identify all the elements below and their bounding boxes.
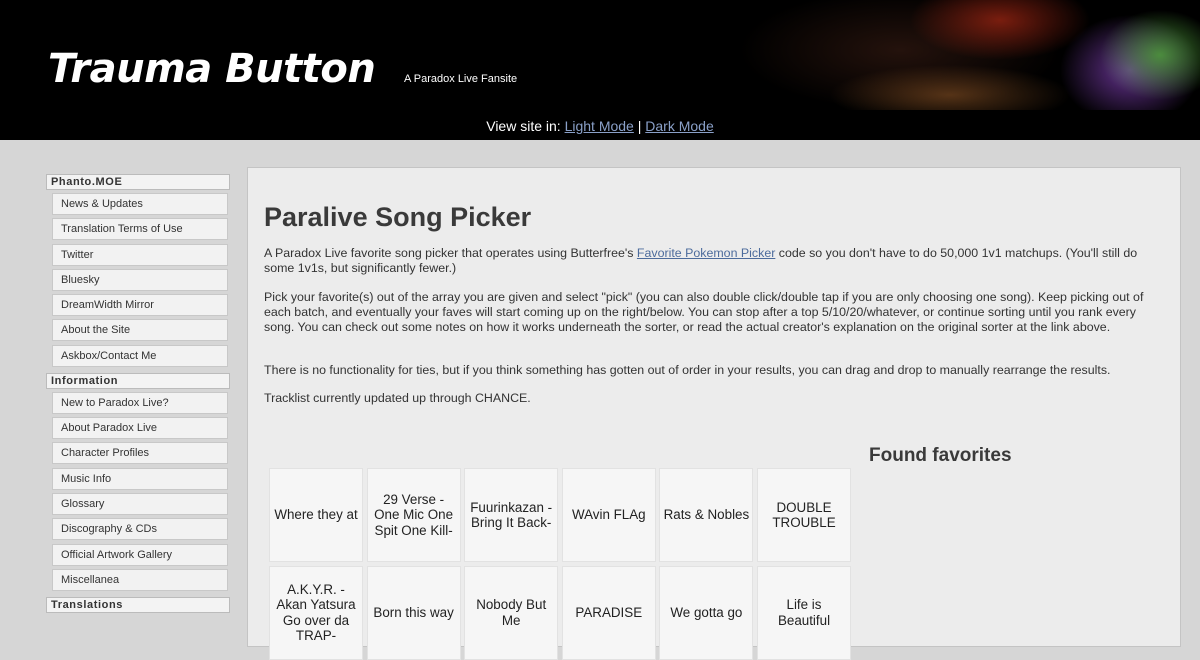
sidebar-item-about-the-site[interactable]: About the Site xyxy=(52,319,228,342)
sidebar-heading-information: Information xyxy=(46,372,230,389)
song-option[interactable]: We gotta go xyxy=(659,565,754,660)
page-title: Paralive Song Picker xyxy=(264,202,532,232)
main-content: Paralive Song Picker A Paradox Live favo… xyxy=(247,167,1181,660)
song-option[interactable]: Nobody But Me xyxy=(464,565,559,660)
sidebar-section-information: Information New to Paradox Live? About Par… xyxy=(46,372,230,591)
sidebar: Phanto.MOE News & Updates Translation Term… xyxy=(46,174,230,619)
view-mode-separator: | xyxy=(637,118,642,134)
header-banner-image xyxy=(700,0,1200,110)
sidebar-section-phanto-moe: Phanto.MOE News & Updates Translation Term… xyxy=(46,174,230,367)
tracklist-paragraph: Tracklist currently updated up through C… xyxy=(264,391,531,405)
song-option[interactable]: Where they at xyxy=(269,468,363,562)
site-subtitle: A Paradox Live Fansite xyxy=(404,73,518,85)
song-option[interactable]: Fuurinkazan -Bring It Back- xyxy=(464,468,559,562)
sidebar-heading-phanto-moe: Phanto.MOE xyxy=(46,174,230,190)
instructions-paragraph: Pick your favorite(s) out of the array y… xyxy=(264,290,1144,334)
ties-paragraph: There is no functionality for ties, but … xyxy=(264,363,1111,377)
light-mode-link[interactable]: Light Mode xyxy=(565,118,634,134)
view-mode-bar: View site in: Light Mode | Dark Mode xyxy=(0,110,1200,140)
intro-text-before: A Paradox Live favorite song picker that… xyxy=(264,246,637,260)
sidebar-item-bluesky[interactable]: Bluesky xyxy=(52,268,228,291)
song-option[interactable]: WAvin FLAg xyxy=(561,468,656,562)
sidebar-section-translations: Translations xyxy=(46,596,230,613)
found-favorites-heading: Found favorites xyxy=(869,445,1012,466)
dark-mode-link[interactable]: Dark Mode xyxy=(645,118,713,134)
sidebar-item-music-info[interactable]: Music Info xyxy=(52,467,228,490)
song-option[interactable]: 29 Verse -One Mic One Spit One Kill- xyxy=(366,468,461,562)
sidebar-item-official-artwork-gallery[interactable]: Official Artwork Gallery xyxy=(52,543,228,566)
favorite-pokemon-picker-link[interactable]: Favorite Pokemon Picker xyxy=(637,246,775,260)
sidebar-item-translation-terms-of-use[interactable]: Translation Terms of Use xyxy=(52,218,228,241)
sidebar-item-discography-cds[interactable]: Discography & CDs xyxy=(52,518,228,541)
sidebar-item-dreamwidth-mirror[interactable]: DreamWidth Mirror xyxy=(52,294,228,317)
sidebar-item-news-updates[interactable]: News & Updates xyxy=(52,193,228,215)
sidebar-item-miscellanea[interactable]: Miscellanea xyxy=(52,568,228,591)
sidebar-item-twitter[interactable]: Twitter xyxy=(52,243,228,266)
song-option[interactable]: Life is Beautiful xyxy=(757,565,851,660)
view-mode-label: View site in: xyxy=(486,118,561,134)
sidebar-heading-translations: Translations xyxy=(46,596,230,613)
site-title[interactable]: Trauma Button xyxy=(48,44,376,94)
site-header: Trauma Button A Paradox Live Fansite xyxy=(0,0,1200,110)
sidebar-item-new-to-paradox-live[interactable]: New to Paradox Live? xyxy=(52,391,228,414)
sidebar-item-askbox-contact-me[interactable]: Askbox/Contact Me xyxy=(52,344,228,367)
song-option[interactable]: A.K.Y.R. -Akan Yatsura Go over da TRAP- xyxy=(269,565,363,660)
sidebar-item-about-paradox-live[interactable]: About Paradox Live xyxy=(52,417,228,440)
song-option[interactable]: Rats & Nobles xyxy=(659,468,754,562)
song-option[interactable]: DOUBLE TROUBLE xyxy=(757,468,851,562)
sidebar-item-glossary[interactable]: Glossary xyxy=(52,492,228,515)
song-option[interactable]: PARADISE xyxy=(561,565,656,660)
song-option[interactable]: Born this way xyxy=(366,565,461,660)
intro-paragraph: A Paradox Live favorite song picker that… xyxy=(264,246,1164,276)
sidebar-item-character-profiles[interactable]: Character Profiles xyxy=(52,442,228,465)
